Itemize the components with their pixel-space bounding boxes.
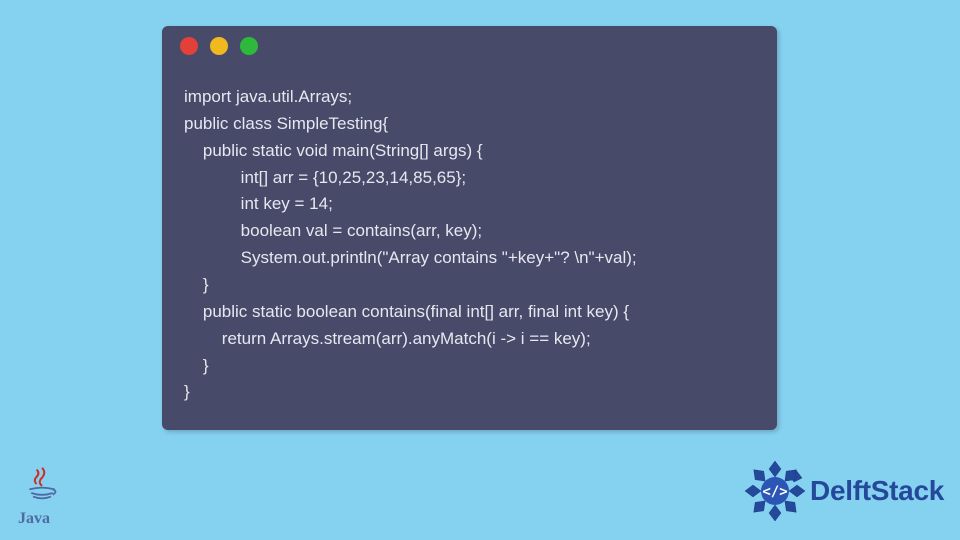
close-icon[interactable] <box>180 37 198 55</box>
java-logo-text: Java <box>18 510 50 528</box>
code-window: import java.util.Arrays; public class Si… <box>162 26 777 430</box>
delftstack-logo: </> DelftStack <box>744 460 944 522</box>
java-logo: Java <box>18 458 66 528</box>
java-cup-icon <box>24 466 60 502</box>
svg-text:</>: </> <box>762 484 787 500</box>
minimize-icon[interactable] <box>210 37 228 55</box>
delftstack-text: DelftStack <box>810 475 944 507</box>
code-content: import java.util.Arrays; public class Si… <box>162 66 777 416</box>
maximize-icon[interactable] <box>240 37 258 55</box>
delftstack-badge-icon: </> <box>744 460 806 522</box>
window-titlebar <box>162 26 777 66</box>
